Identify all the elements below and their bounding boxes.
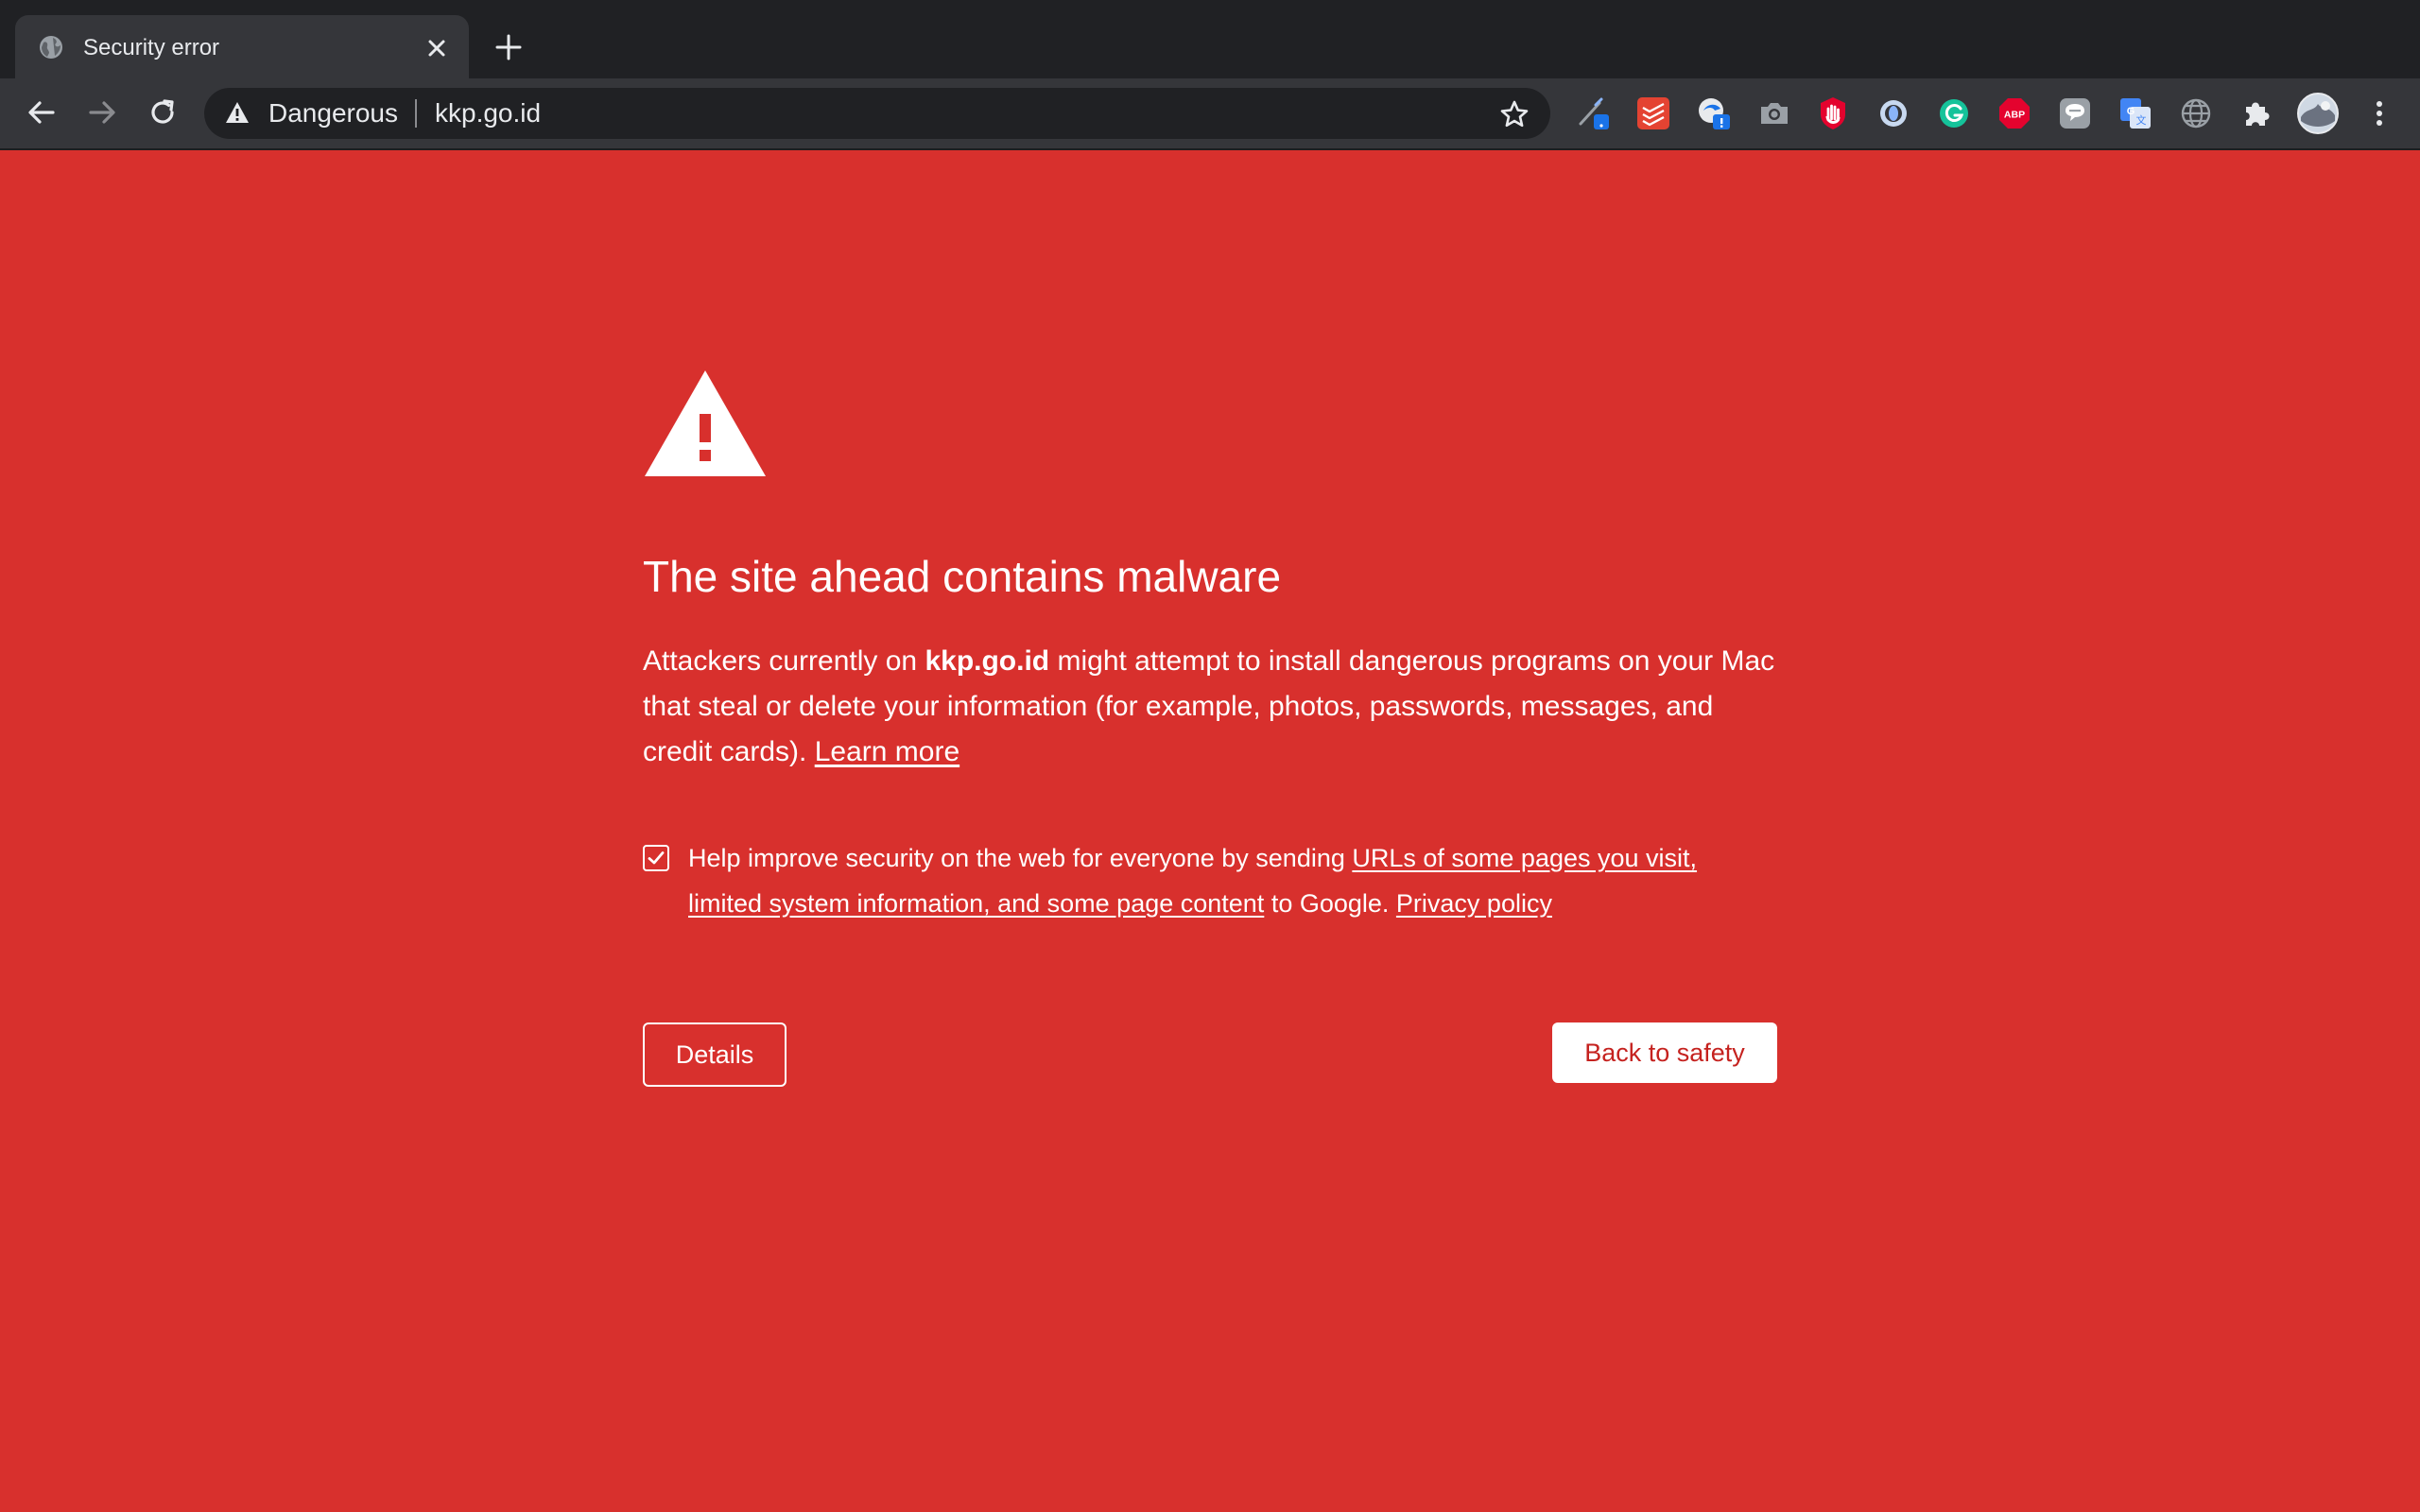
opt-in-text-end: to Google. xyxy=(1264,889,1396,918)
malicious-host: kkp.go.id xyxy=(925,645,1050,677)
warning-triangle-icon xyxy=(645,370,766,476)
todoist-icon[interactable] xyxy=(1635,95,1671,131)
details-button[interactable]: Details xyxy=(643,1022,786,1087)
adblock-plus-icon[interactable]: ABP xyxy=(1996,95,2032,131)
bookmark-star-icon[interactable] xyxy=(1499,99,1530,129)
hand-stop-icon[interactable] xyxy=(1815,95,1851,131)
pen-tool-icon[interactable] xyxy=(1577,95,1613,131)
browser-toolbar: Dangerous kkp.go.id ABP G 文 xyxy=(0,78,2420,150)
forward-arrow-icon[interactable] xyxy=(85,95,119,129)
page-heading: The site ahead contains malware xyxy=(643,552,1282,601)
opt-in-text-start: Help improve security on the web for eve… xyxy=(688,844,1353,872)
grammarly-icon[interactable] xyxy=(1936,95,1972,131)
safe-browsing-opt-in-checkbox[interactable] xyxy=(643,845,669,871)
chat-bubble-icon[interactable] xyxy=(2057,95,2093,131)
new-tab-icon[interactable] xyxy=(493,32,524,62)
checkmark-icon xyxy=(648,851,665,865)
active-tab[interactable]: Security error xyxy=(15,15,469,78)
puzzle-icon[interactable] xyxy=(2238,95,2274,131)
malware-description: Attackers currently on kkp.go.id might a… xyxy=(643,639,1777,775)
reload-icon[interactable] xyxy=(146,95,180,129)
svg-text:G: G xyxy=(2127,106,2135,117)
learn-more-link[interactable]: Learn more xyxy=(815,736,959,767)
warning-icon[interactable] xyxy=(225,101,250,124)
omnibox-divider xyxy=(415,99,417,128)
globe-icon[interactable] xyxy=(2178,95,2214,131)
profile-avatar[interactable] xyxy=(2297,93,2339,134)
back-to-safety-button[interactable]: Back to safety xyxy=(1552,1022,1777,1083)
address-bar[interactable]: Dangerous kkp.go.id xyxy=(204,88,1550,139)
svg-text:ABP: ABP xyxy=(2004,110,2025,121)
privacy-policy-link[interactable]: Privacy policy xyxy=(1396,889,1552,918)
camera-icon[interactable] xyxy=(1756,95,1792,131)
opt-in-label: Help improve security on the web for eve… xyxy=(688,835,1777,926)
url-text[interactable]: kkp.go.id xyxy=(435,99,541,128)
more-menu-icon[interactable] xyxy=(2361,95,2397,131)
google-translate-icon[interactable]: G 文 xyxy=(2118,95,2153,131)
tab-strip: Security error xyxy=(0,0,2420,78)
bird-icon[interactable] xyxy=(1696,95,1732,131)
tab-title: Security error xyxy=(83,35,220,60)
security-status-label[interactable]: Dangerous xyxy=(268,99,398,128)
back-arrow-icon[interactable] xyxy=(25,95,59,129)
close-icon[interactable] xyxy=(424,36,449,60)
globe-icon xyxy=(40,36,62,59)
description-text-start: Attackers currently on xyxy=(643,645,925,677)
svg-text:文: 文 xyxy=(2136,113,2147,127)
circle-ring-icon[interactable] xyxy=(1876,95,1911,131)
